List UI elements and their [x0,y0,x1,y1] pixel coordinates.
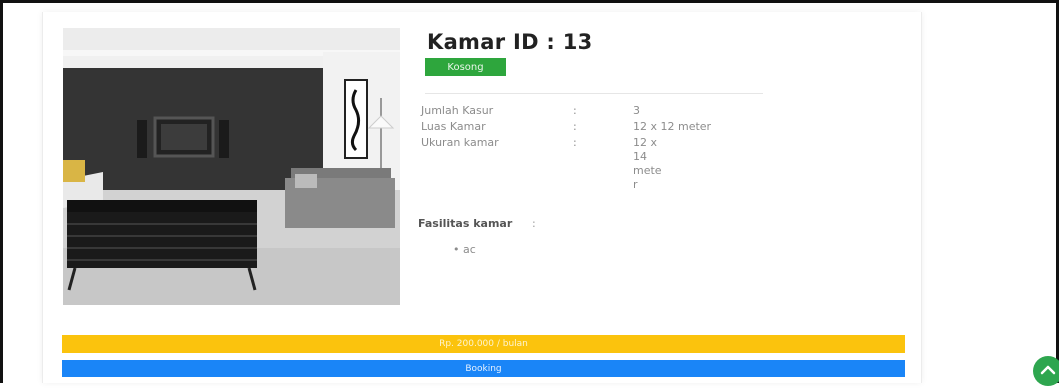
detail-value-jumlah-kasur: 3 [633,104,640,117]
detail-separator: : [573,120,577,133]
price-bar: Rp. 200.000 / bulan [62,335,905,353]
status-badge: Kosong [425,58,506,76]
detail-label-jumlah-kasur: Jumlah Kasur [421,104,494,117]
scroll-top-button[interactable] [1033,356,1059,386]
facility-item: • ac [453,243,476,256]
bullet: • [453,243,460,256]
detail-value-luas-kamar: 12 x 12 meter [633,120,712,133]
detail-label-luas-kamar: Luas Kamar [421,120,486,133]
facilities-title: Fasilitas kamar [418,217,513,230]
chevron-up-icon [1040,365,1056,375]
detail-label-ukuran-kamar: Ukuran kamar [421,136,499,149]
detail-value-ukuran-kamar: 12 x 14 mete r [633,136,662,191]
detail-separator: : [573,104,577,117]
room-photo [63,28,400,305]
divider [425,93,763,94]
detail-separator: : [573,136,577,149]
room-card: Kamar ID : 13 Kosong Jumlah Kasur : 3 Lu… [42,12,922,383]
booking-button[interactable]: Booking [62,360,905,377]
facility-label: ac [463,243,476,256]
room-title: Kamar ID : 13 [427,30,593,54]
facilities-separator: : [532,217,536,230]
window-frame-left [0,0,3,383]
window-frame-top [0,0,1059,3]
